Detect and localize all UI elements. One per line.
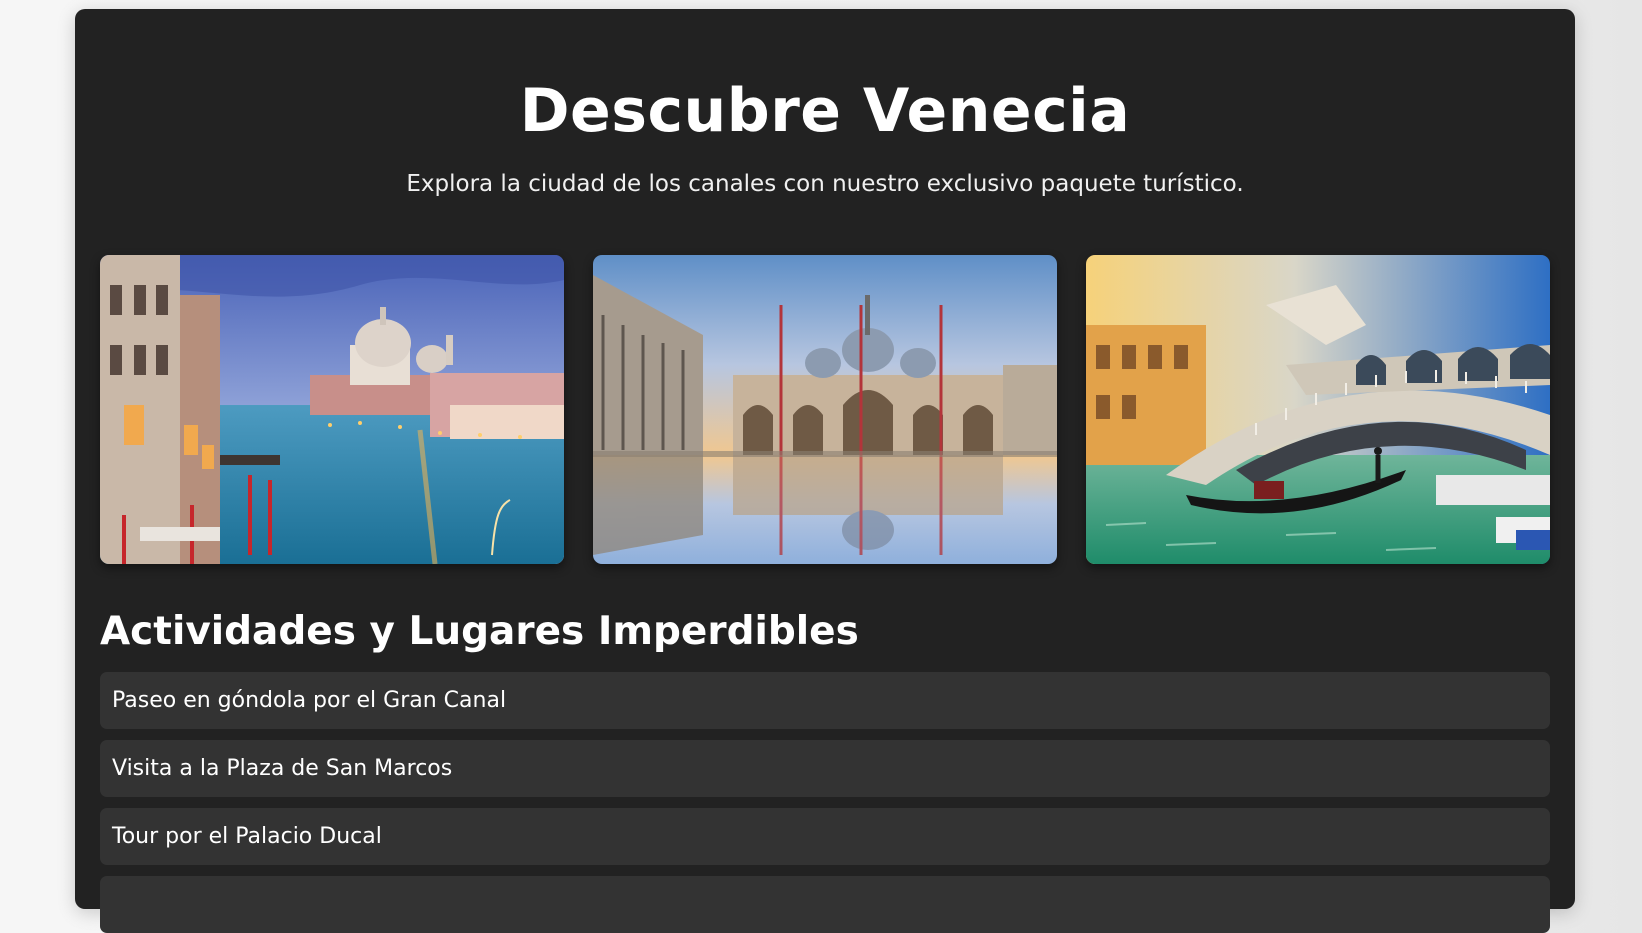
page-title: Descubre Venecia: [519, 76, 1131, 146]
activity-item-palacio-ducal[interactable]: Tour por el Palacio Ducal: [100, 808, 1550, 865]
page-subtitle: Explora la ciudad de los canales con nue…: [406, 171, 1244, 197]
activities-heading: Actividades y Lugares Imperdibles: [100, 609, 859, 654]
activity-item-partial[interactable]: [100, 876, 1550, 933]
activity-item-san-marcos[interactable]: Visita a la Plaza de San Marcos: [100, 740, 1550, 797]
activities-list: Paseo en góndola por el Gran Canal Visit…: [100, 672, 1550, 933]
activity-item-gondola[interactable]: Paseo en góndola por el Gran Canal: [100, 672, 1550, 729]
gallery-photo-rialto: [1086, 255, 1550, 564]
tour-package-card: Descubre Venecia Explora la ciudad de lo…: [75, 9, 1575, 933]
photo-gallery: [100, 255, 1550, 564]
gallery-photo-san-marcos: [593, 255, 1057, 564]
gallery-photo-grand-canal: [100, 255, 564, 564]
